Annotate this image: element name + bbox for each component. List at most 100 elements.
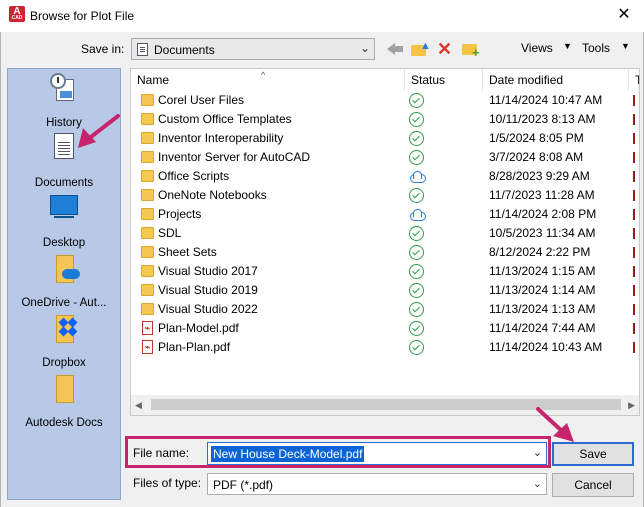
truncated-column-marker bbox=[633, 285, 635, 296]
file-name: Custom Office Templates bbox=[158, 112, 292, 126]
file-name: Visual Studio 2017 bbox=[158, 264, 258, 278]
file-list: Name ^ Status Date modified T Corel User… bbox=[130, 68, 640, 416]
folder-row[interactable]: SDL 10/5/2023 11:34 AM bbox=[131, 224, 639, 243]
back-arrow-icon[interactable] bbox=[387, 40, 405, 58]
synced-status-icon bbox=[409, 302, 424, 317]
place-label: Dropbox bbox=[42, 357, 86, 369]
file-row[interactable]: ⌁ Plan-Plan.pdf 11/14/2024 10:43 AM bbox=[131, 338, 639, 357]
file-name: Plan-Plan.pdf bbox=[158, 340, 231, 354]
folder-row[interactable]: Office Scripts 8/28/2023 9:29 AM bbox=[131, 167, 639, 186]
file-name: Visual Studio 2019 bbox=[158, 283, 258, 297]
folder-row[interactable]: Inventor Server for AutoCAD 3/7/2024 8:08… bbox=[131, 148, 639, 167]
folder-icon bbox=[141, 94, 154, 106]
place-desktop[interactable]: Desktop bbox=[8, 191, 120, 249]
dropbox-folder-icon bbox=[48, 313, 80, 345]
folder-row[interactable]: OneNote Notebooks 11/7/2023 11:28 AM bbox=[131, 186, 639, 205]
file-name: Inventor Server for AutoCAD bbox=[158, 150, 311, 164]
folder-row[interactable]: Visual Studio 2017 11/13/2024 1:15 AM bbox=[131, 262, 639, 281]
synced-status-icon bbox=[409, 283, 424, 298]
truncated-column-marker bbox=[633, 266, 635, 277]
synced-status-icon bbox=[409, 131, 424, 146]
file-date: 3/7/2024 8:08 AM bbox=[489, 150, 584, 164]
close-button[interactable]: ✕ bbox=[612, 4, 636, 26]
place-documents[interactable]: Documents bbox=[8, 131, 120, 189]
views-menu[interactable]: Views bbox=[521, 41, 553, 55]
sort-ascending-icon: ^ bbox=[261, 70, 266, 80]
folder-row[interactable]: Inventor Interoperability 1/5/2024 8:05 P… bbox=[131, 129, 639, 148]
column-header-name[interactable]: Name ^ bbox=[131, 69, 405, 91]
autocad-app-icon: A CAD bbox=[9, 6, 25, 22]
folder-icon bbox=[141, 303, 154, 315]
documents-icon bbox=[48, 133, 80, 165]
scrollbar-thumb[interactable] bbox=[151, 399, 621, 410]
folder-icon bbox=[141, 265, 154, 277]
synced-status-icon bbox=[409, 93, 424, 108]
folder-row[interactable]: Visual Studio 2019 11/13/2024 1:14 AM bbox=[131, 281, 639, 300]
window-title: Browse for Plot File bbox=[30, 9, 135, 23]
delete-icon[interactable]: ✕ bbox=[437, 40, 455, 58]
file-type-value: PDF (*.pdf) bbox=[213, 478, 274, 492]
folder-icon bbox=[141, 227, 154, 239]
file-name: OneNote Notebooks bbox=[158, 188, 267, 202]
column-header-date[interactable]: Date modified bbox=[483, 69, 629, 91]
save-in-dropdown[interactable]: Documents ⌄ bbox=[131, 38, 375, 60]
save-button[interactable]: Save bbox=[552, 442, 634, 466]
file-date: 11/13/2024 1:14 AM bbox=[489, 283, 596, 297]
folder-icon bbox=[141, 284, 154, 296]
column-header-type[interactable]: T bbox=[629, 69, 639, 91]
views-dropdown-arrow-icon[interactable]: ▼ bbox=[563, 41, 572, 51]
synced-status-icon bbox=[409, 112, 424, 127]
file-date: 1/5/2024 8:05 PM bbox=[489, 131, 584, 145]
place-history[interactable]: History bbox=[8, 71, 120, 129]
file-date: 11/13/2024 1:15 AM bbox=[489, 264, 596, 278]
horizontal-scrollbar[interactable]: ◀ ▶ bbox=[131, 395, 639, 415]
truncated-column-marker bbox=[633, 171, 635, 182]
folder-row[interactable]: Visual Studio 2022 11/13/2024 1:13 AM bbox=[131, 300, 639, 319]
folder-row[interactable]: Sheet Sets 8/12/2024 2:22 PM bbox=[131, 243, 639, 262]
place-dropbox[interactable]: Dropbox bbox=[8, 311, 120, 369]
scroll-left-icon[interactable]: ◀ bbox=[135, 400, 142, 411]
file-name: Projects bbox=[158, 207, 202, 221]
new-folder-icon[interactable]: + bbox=[462, 40, 480, 59]
file-name: Inventor Interoperability bbox=[158, 131, 284, 145]
place-onedrive[interactable]: OneDrive - Aut... bbox=[8, 251, 120, 309]
folder-row[interactable]: Custom Office Templates 10/11/2023 8:13 A… bbox=[131, 110, 639, 129]
truncated-column-marker bbox=[633, 209, 635, 220]
documents-icon bbox=[137, 43, 148, 56]
tools-dropdown-arrow-icon[interactable]: ▼ bbox=[621, 41, 630, 51]
file-name: Corel User Files bbox=[158, 93, 245, 107]
pdf-file-icon: ⌁ bbox=[142, 321, 153, 335]
file-date: 8/28/2023 9:29 AM bbox=[489, 169, 590, 183]
synced-status-icon bbox=[409, 245, 424, 260]
file-row[interactable]: ⌁ Plan-Model.pdf 11/14/2024 7:44 AM bbox=[131, 319, 639, 338]
cloud-status-icon bbox=[409, 169, 426, 184]
file-date: 11/14/2024 10:43 AM bbox=[489, 340, 603, 354]
folder-row[interactable]: Corel User Files 11/14/2024 10:47 AM bbox=[131, 91, 639, 110]
file-type-label: Files of type: bbox=[133, 476, 202, 490]
onedrive-folder-icon bbox=[48, 253, 80, 285]
file-date: 11/7/2023 11:28 AM bbox=[489, 188, 595, 202]
truncated-column-marker bbox=[633, 304, 635, 315]
place-label: Documents bbox=[34, 177, 94, 189]
pdf-file-icon: ⌁ bbox=[142, 340, 153, 354]
browse-dialog: Save in: Documents ⌄ ▲ ✕ + Views ▼ Tools… bbox=[0, 32, 644, 507]
truncated-column-marker bbox=[633, 342, 635, 353]
file-date: 8/12/2024 2:22 PM bbox=[489, 245, 591, 259]
file-name: Plan-Model.pdf bbox=[158, 321, 239, 335]
tools-menu[interactable]: Tools bbox=[582, 41, 610, 55]
synced-status-icon bbox=[409, 264, 424, 279]
cancel-button[interactable]: Cancel bbox=[552, 473, 634, 497]
folder-row[interactable]: Projects 11/14/2024 2:08 PM bbox=[131, 205, 639, 224]
file-type-dropdown[interactable]: PDF (*.pdf) ⌄ bbox=[207, 473, 547, 495]
place-autodesk-docs[interactable]: Autodesk Docs bbox=[8, 371, 120, 429]
column-header-status[interactable]: Status bbox=[405, 69, 483, 91]
scroll-right-icon[interactable]: ▶ bbox=[628, 400, 635, 411]
folder-icon bbox=[141, 189, 154, 201]
file-name: Sheet Sets bbox=[158, 245, 217, 259]
file-name: SDL bbox=[158, 226, 182, 240]
folder-up-icon[interactable]: ▲ bbox=[411, 40, 431, 58]
file-date: 11/14/2024 2:08 PM bbox=[489, 207, 597, 221]
file-date: 10/11/2023 8:13 AM bbox=[489, 112, 596, 126]
column-header-row: Name ^ Status Date modified T bbox=[131, 69, 639, 91]
file-date: 10/5/2023 11:34 AM bbox=[489, 226, 596, 240]
